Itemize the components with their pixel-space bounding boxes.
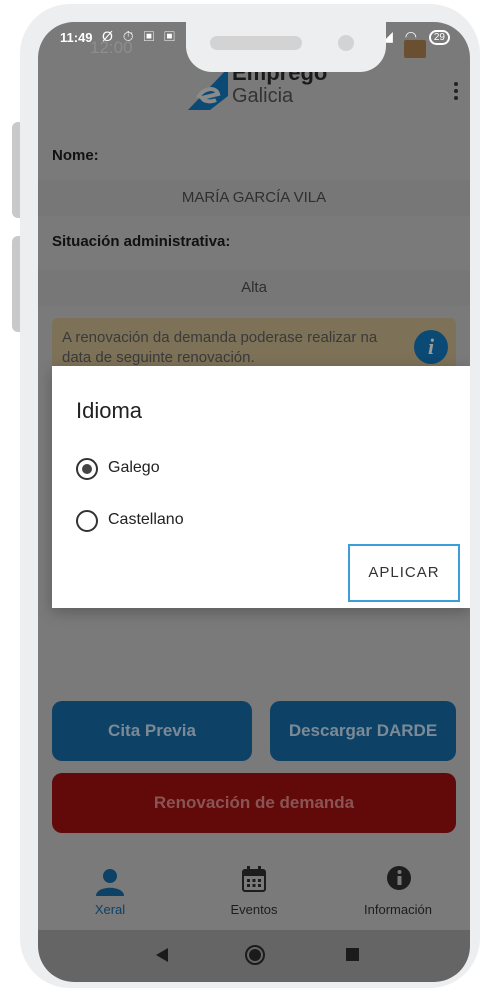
notice-info-icon[interactable]: i	[414, 330, 448, 364]
nav-label-eventos: Eventos	[230, 902, 278, 917]
dialog-title: Idioma	[76, 398, 143, 423]
renovacion-demanda-button[interactable]: Renovación de demanda	[52, 773, 456, 833]
back-icon[interactable]	[156, 948, 168, 962]
name-label: Nome:	[52, 147, 99, 164]
person-icon	[96, 869, 124, 896]
overflow-menu-icon[interactable]	[454, 82, 458, 103]
radio-label-galego[interactable]: Galego	[108, 459, 160, 477]
name-value: MARÍA GARCÍA VILA	[38, 180, 470, 216]
nav-item-xeral[interactable]: Xeral	[38, 858, 182, 930]
speaker-grille	[210, 36, 302, 50]
logo-line-2: Galicia	[232, 85, 294, 107]
radio-galego[interactable]	[76, 458, 98, 480]
battery-icon: 29	[428, 29, 450, 45]
nav-item-informacion[interactable]: Información	[326, 858, 470, 930]
calendar-icon	[242, 866, 266, 892]
apply-button[interactable]: APLICAR	[348, 544, 460, 602]
status-time: 11:49	[60, 30, 93, 45]
info-icon	[387, 866, 411, 890]
system-navigation-bar	[38, 930, 470, 982]
front-camera	[338, 35, 354, 51]
renewal-notice-text: A renovación da demanda poderase realiza…	[62, 329, 378, 366]
home-icon[interactable]	[244, 944, 266, 966]
language-dialog: Idioma Galego Castellano APLICAR	[52, 366, 470, 608]
bottom-navigation: Xeral Eventos Información	[38, 858, 470, 930]
radio-castellano[interactable]	[76, 510, 98, 532]
radio-label-castellano[interactable]: Castellano	[108, 511, 184, 529]
nav-item-eventos[interactable]: Eventos	[182, 858, 326, 930]
nav-label-xeral: Xeral	[94, 902, 126, 917]
status-value: Alta	[38, 270, 470, 306]
phone-notch	[186, 22, 386, 72]
wifi-icon: ◠	[404, 28, 421, 44]
status-label: Situación administrativa:	[52, 233, 231, 250]
emprego-logo-icon	[188, 68, 228, 110]
recents-icon[interactable]	[346, 948, 359, 961]
cita-previa-button[interactable]: Cita Previa	[52, 701, 252, 761]
nav-label-informacion: Información	[364, 902, 432, 917]
descargar-darde-button[interactable]: Descargar DARDE	[270, 701, 456, 761]
status-ghost-time: 12:00	[90, 38, 133, 57]
phone-screen: 11:49 Ø ⏱ ▣ ▣ 12:00 ✱ ◢ ◠ 29 Emprego Gal…	[38, 22, 470, 982]
